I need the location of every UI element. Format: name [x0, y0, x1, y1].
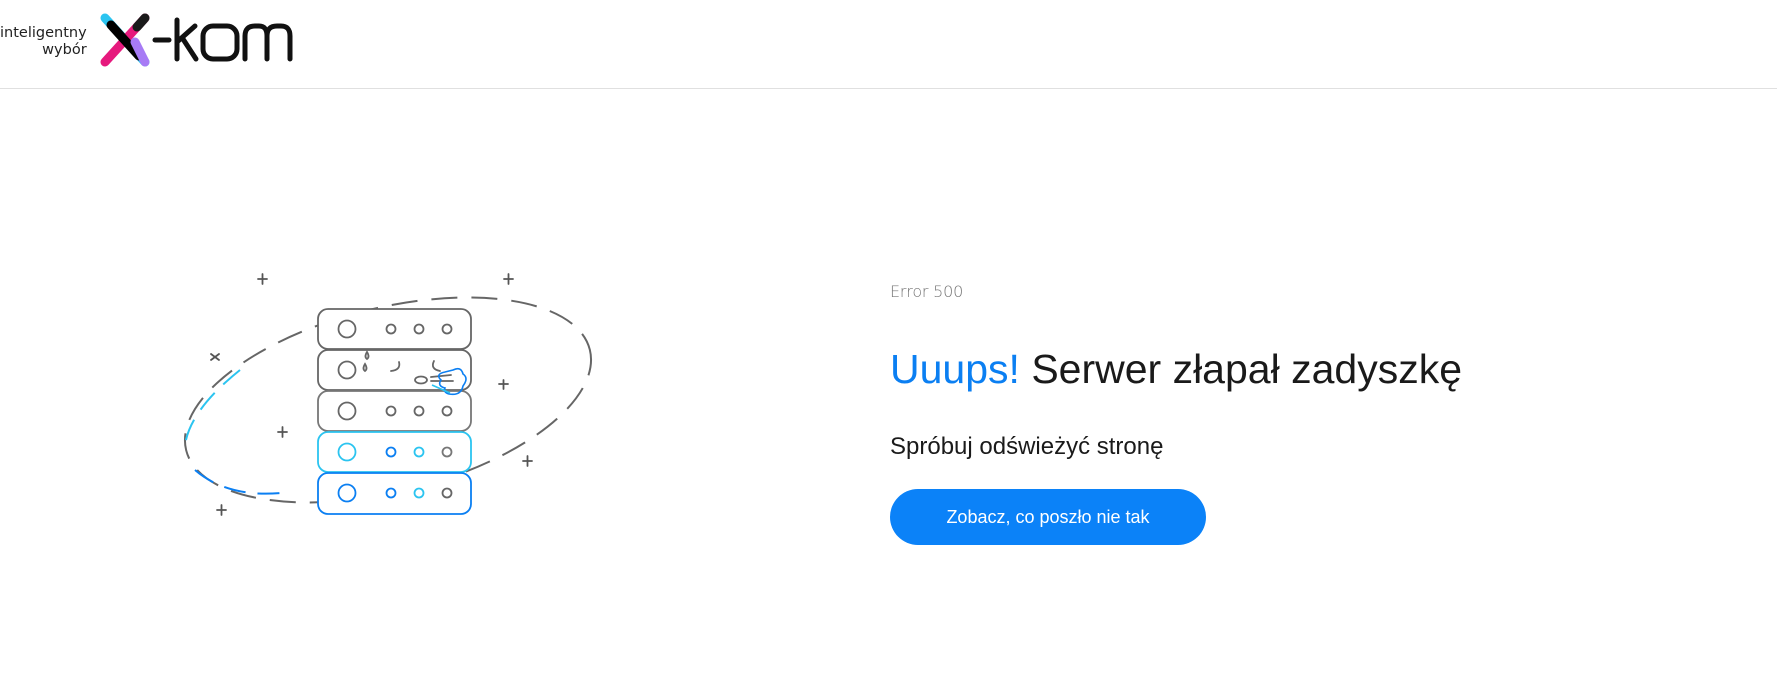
tired-server-icon — [183, 273, 593, 516]
logo-tagline-line1: inteligentny — [0, 25, 87, 41]
error-content: Error 500 Uuups! Serwer złapał zadyszkę … — [890, 280, 1710, 545]
page-title-accent: Uuups! — [890, 346, 1020, 392]
error-code: Error 500 — [890, 282, 964, 301]
x-kom-logo-mark-icon — [100, 13, 293, 67]
site-header: inteligentny wybór — [0, 0, 1777, 89]
logo-tagline: inteligentny wybór — [0, 23, 87, 59]
logo-tagline-line2: wybór — [42, 42, 87, 58]
page-title-rest: Serwer złapał zadyszkę — [1019, 346, 1462, 392]
x-kom-logo[interactable]: inteligentny wybór — [0, 12, 297, 70]
refresh-hint: Spróbuj odświeżyć stronę — [890, 433, 1164, 460]
see-what-went-wrong-button[interactable]: Zobacz, co poszło nie tak — [890, 489, 1206, 545]
page-title: Uuups! Serwer złapał zadyszkę — [890, 344, 1710, 394]
tired-server-illustration — [170, 260, 610, 530]
